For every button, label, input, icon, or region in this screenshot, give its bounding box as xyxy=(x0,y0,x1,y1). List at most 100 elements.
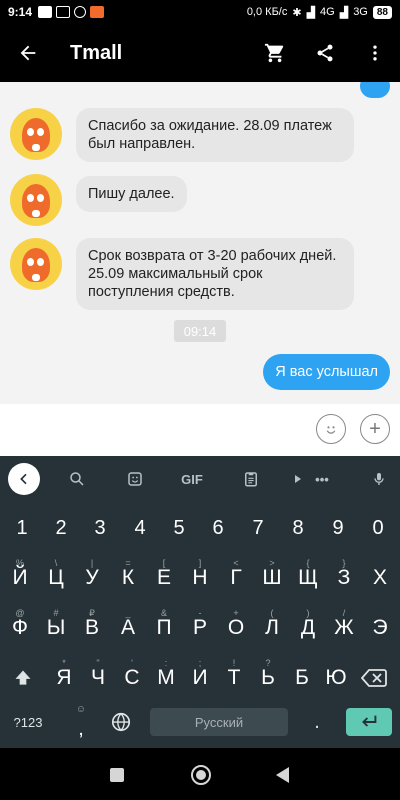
home-button[interactable] xyxy=(191,765,211,785)
key-е[interactable]: [Е xyxy=(146,556,182,600)
avatar[interactable] xyxy=(10,174,62,226)
incoming-message[interactable]: Срок возврата от 3-20 рабочих дней. 25.0… xyxy=(76,238,354,310)
key-з[interactable]: } З xyxy=(326,556,362,600)
key-э[interactable]: Э xyxy=(362,606,398,650)
key-щ[interactable]: {Щ xyxy=(290,556,326,600)
key-д[interactable]: ) Д xyxy=(290,606,326,650)
key-к[interactable]: = К xyxy=(110,556,146,600)
add-attachment-button[interactable]: + xyxy=(360,414,390,444)
key-ы[interactable]: # Ы xyxy=(38,606,74,650)
period-key[interactable]: . xyxy=(300,708,334,736)
cart-icon xyxy=(264,43,284,63)
key-с[interactable]: ' С xyxy=(114,656,150,700)
key-н[interactable]: ] Н xyxy=(182,556,218,600)
key-я[interactable]: * Я xyxy=(46,656,82,700)
key-л[interactable]: (Л xyxy=(254,606,290,650)
keyboard-collapse-button[interactable] xyxy=(8,463,40,495)
key-label: О xyxy=(227,616,245,639)
key-п[interactable]: & П xyxy=(146,606,182,650)
key-и[interactable]: ; И xyxy=(182,656,218,700)
key-у[interactable]: | У xyxy=(74,556,110,600)
key-7[interactable]: 7 xyxy=(240,506,276,550)
key-г[interactable]: < Г xyxy=(218,556,254,600)
shift-key[interactable] xyxy=(6,656,40,700)
key-label: Е xyxy=(156,566,171,589)
gif-button[interactable]: GIF xyxy=(176,468,208,490)
key-8[interactable]: 8 xyxy=(280,506,316,550)
message-timestamp: 09:14 xyxy=(174,320,226,342)
key-т[interactable]: ! Т xyxy=(216,656,252,700)
key-х[interactable]: Х xyxy=(362,556,398,600)
key-0[interactable]: 0 xyxy=(360,506,396,550)
key-р[interactable]: -Р xyxy=(182,606,218,650)
enter-key[interactable] xyxy=(346,708,392,736)
emoji-button[interactable] xyxy=(316,414,346,444)
incoming-message[interactable]: Пишу далее. xyxy=(76,176,187,212)
key-label: П xyxy=(156,616,172,639)
key-label: У xyxy=(85,566,99,589)
key-ж[interactable]: / Ж xyxy=(326,606,362,650)
triangle-back-icon xyxy=(276,767,289,783)
key-3[interactable]: 3 xyxy=(82,506,118,550)
key-ц[interactable]: \ Ц xyxy=(38,556,74,600)
share-button[interactable] xyxy=(300,24,350,82)
key-в[interactable]: ₽ В xyxy=(74,606,110,650)
key-м[interactable]: :М xyxy=(148,656,184,700)
space-key[interactable]: Русский xyxy=(150,708,288,736)
message-input-bar[interactable]: + xyxy=(0,404,400,456)
voice-input-button[interactable] xyxy=(366,468,392,490)
backspace-key[interactable] xyxy=(356,656,392,700)
recents-button[interactable] xyxy=(110,768,124,782)
status-bar: 9:14 0,0 КБ/с ✱ ▟ 4G ▟ 3G 88 xyxy=(0,0,400,24)
key-6[interactable]: 6 xyxy=(200,506,236,550)
key-label: Х xyxy=(372,566,387,589)
share-icon xyxy=(317,44,333,62)
key-2[interactable]: 2 xyxy=(43,506,79,550)
key-label: Я xyxy=(56,666,72,689)
more-options-button[interactable] xyxy=(350,24,400,82)
incoming-message[interactable]: Спасибо за ожидание. 28.09 платеж был на… xyxy=(76,108,354,162)
key-9[interactable]: 9 xyxy=(320,506,356,550)
key-4[interactable]: 4 xyxy=(122,506,158,550)
key-ш[interactable]: > Ш xyxy=(254,556,290,600)
key-а[interactable]: _ А xyxy=(110,606,146,650)
microphone-icon xyxy=(374,473,384,485)
sticker-button[interactable] xyxy=(122,468,148,490)
keyboard-search-button[interactable] xyxy=(64,468,90,490)
key-label: Р xyxy=(192,616,207,639)
sent-message[interactable]: Я вас услышал xyxy=(263,354,390,390)
key-1[interactable]: 1 xyxy=(4,506,40,550)
clipboard-icon xyxy=(245,472,257,487)
comma-key[interactable]: ☺ , xyxy=(66,704,96,740)
key-ч[interactable]: " Ч xyxy=(80,656,116,700)
avatar[interactable] xyxy=(10,108,62,160)
home-dot-icon xyxy=(196,770,206,780)
gallery-icon xyxy=(56,6,71,18)
language-key[interactable] xyxy=(104,708,138,736)
key-5[interactable]: 5 xyxy=(161,506,197,550)
key-label: И xyxy=(192,666,208,689)
symbols-key[interactable]: ?123 xyxy=(6,708,50,736)
key-ю[interactable]: Ю xyxy=(318,656,354,700)
clipboard-button[interactable] xyxy=(238,468,264,490)
mascot-eye xyxy=(27,128,34,136)
chat-area[interactable]: Спасибо за ожидание. 28.09 платеж был на… xyxy=(0,82,400,404)
message-row: Срок возврата от 3-20 рабочих дней. 25.0… xyxy=(10,238,354,310)
key-й[interactable]: % Й xyxy=(2,556,38,600)
key-о[interactable]: + О xyxy=(218,606,254,650)
more-tools-button[interactable]: ••• xyxy=(306,468,338,490)
avatar[interactable] xyxy=(10,238,62,290)
media-play-icon xyxy=(38,6,53,18)
system-nav-bar xyxy=(0,748,400,800)
back-button[interactable] xyxy=(0,24,56,82)
key-ф[interactable]: @ Ф xyxy=(2,606,38,650)
cart-button[interactable] xyxy=(250,24,300,82)
shift-icon xyxy=(15,670,31,685)
page-title: Tmall xyxy=(70,41,123,64)
back-nav-button[interactable] xyxy=(274,766,290,789)
key-label: Б xyxy=(295,666,309,689)
key-б[interactable]: Б xyxy=(284,656,320,700)
notification-app-icon xyxy=(90,6,105,18)
key-label: Т xyxy=(227,666,241,689)
key-ь[interactable]: ? Ь xyxy=(250,656,286,700)
